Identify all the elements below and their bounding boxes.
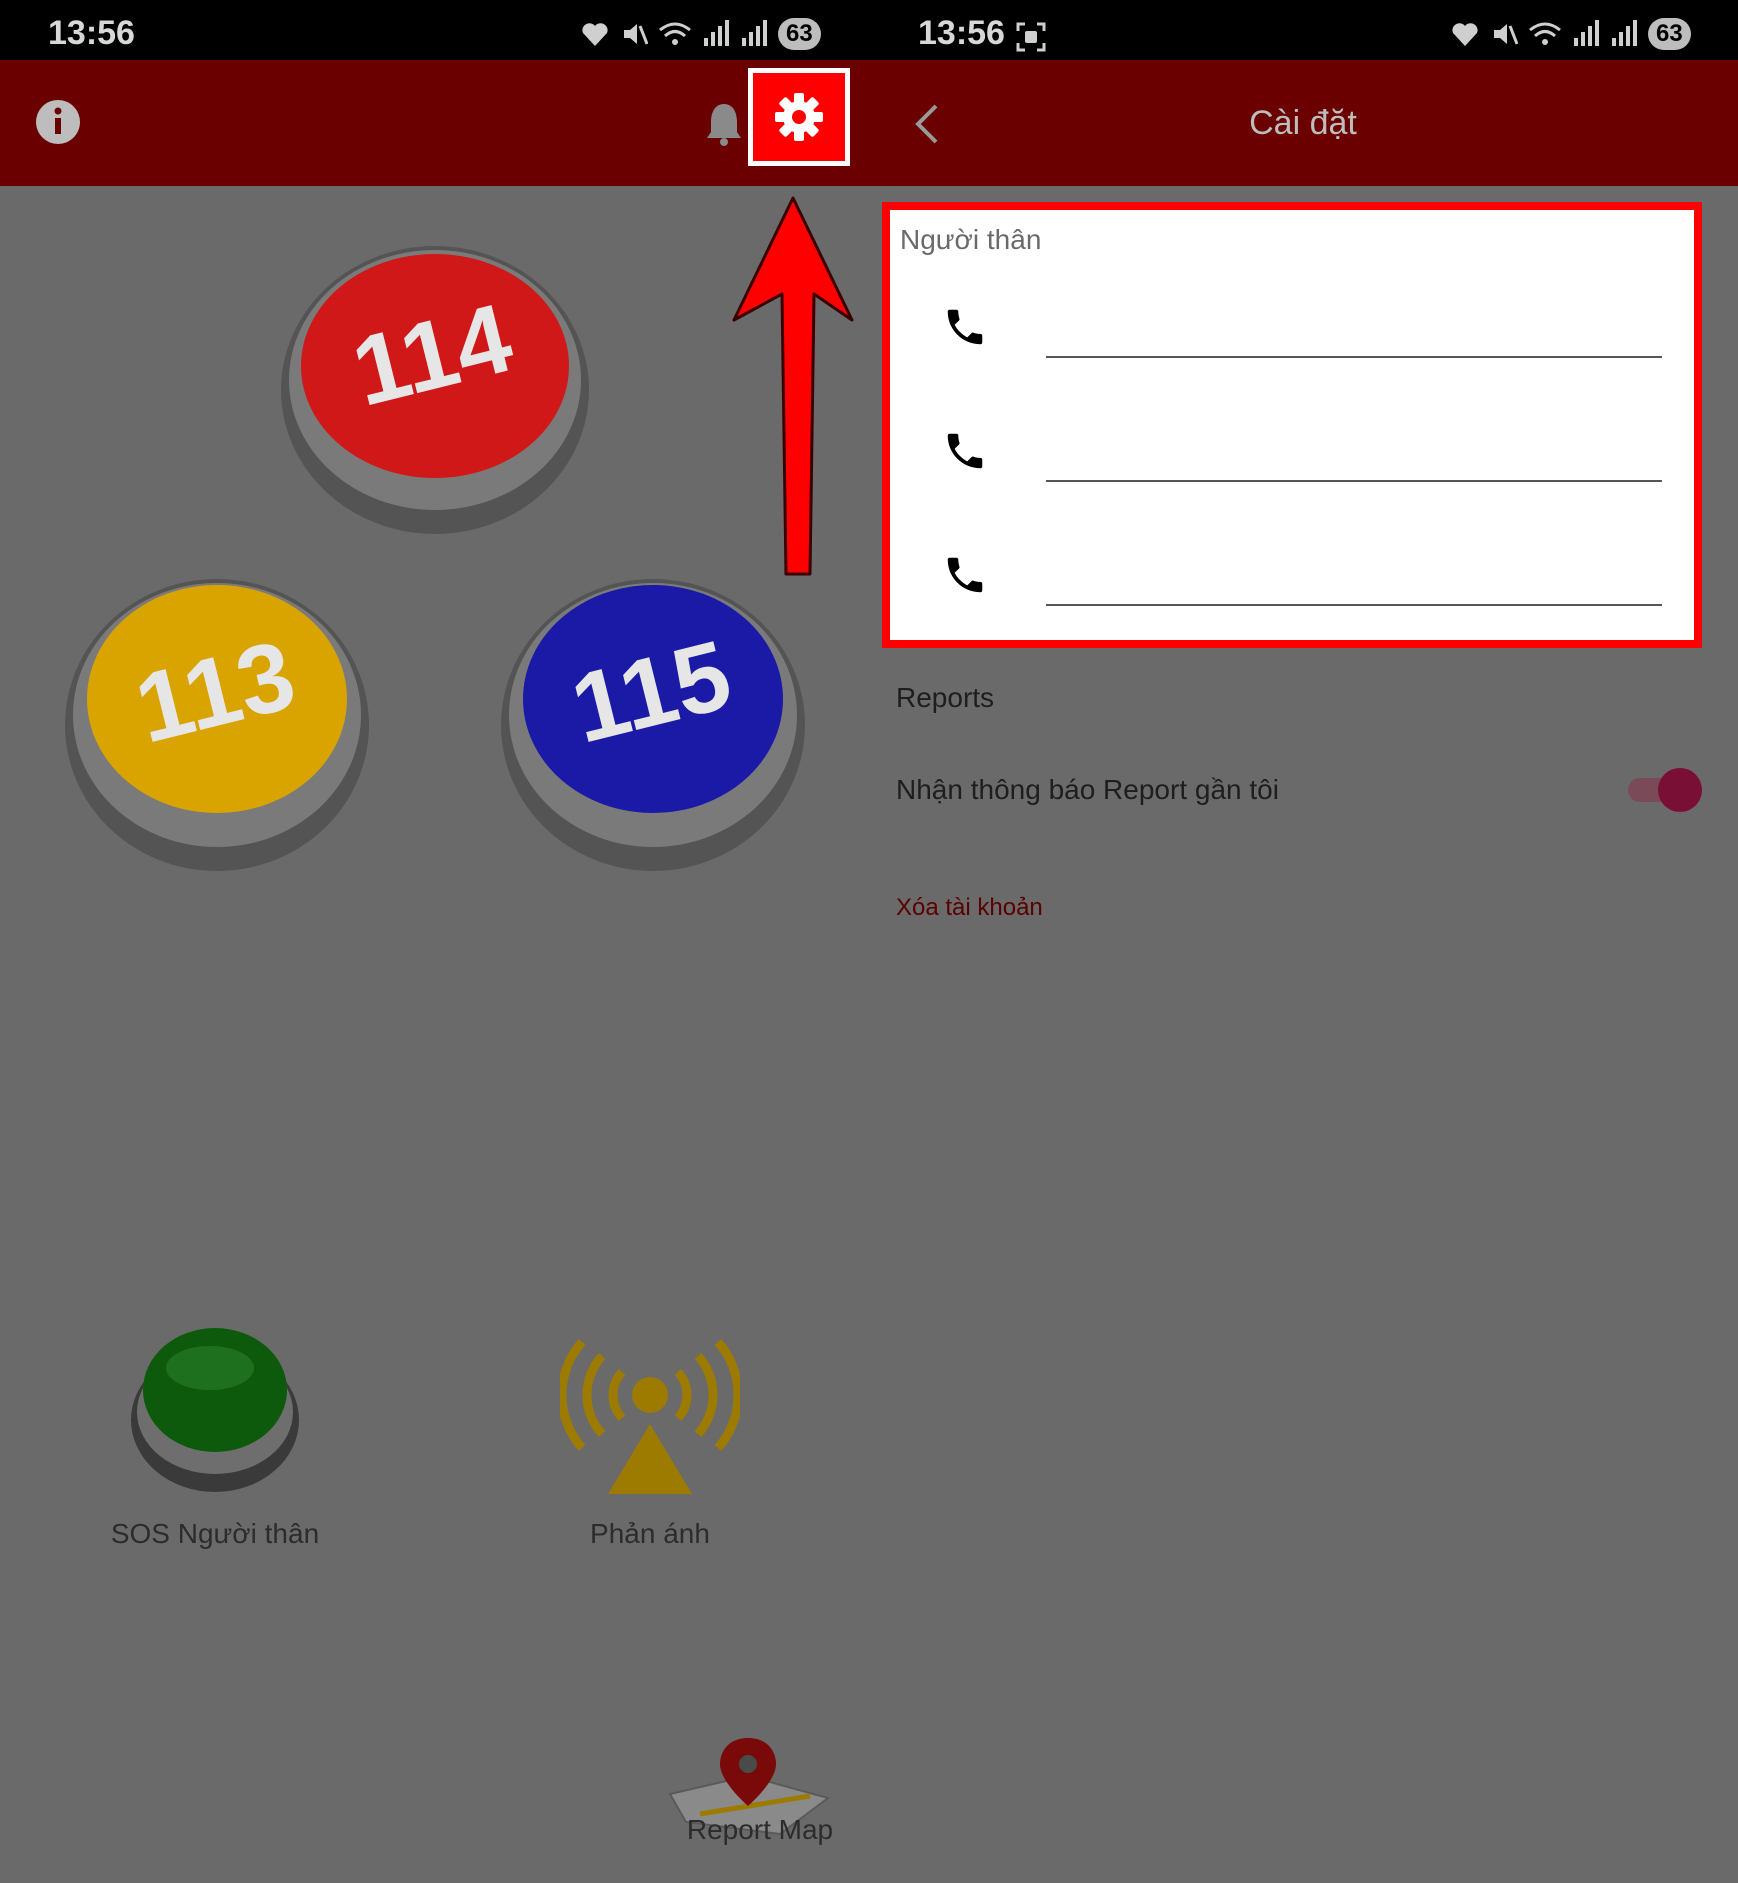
phone-icon xyxy=(947,433,983,469)
gear-icon xyxy=(775,93,823,141)
phone-icon xyxy=(947,557,983,593)
signal-icon xyxy=(1574,20,1599,46)
feedback-label: Phản ánh xyxy=(590,1518,710,1549)
battery-indicator: 63 xyxy=(778,18,821,50)
settings-button[interactable] xyxy=(748,68,850,166)
contact-3-underline xyxy=(1046,604,1662,606)
wifi-icon xyxy=(659,22,691,45)
settings-app-bar: Cài đặt xyxy=(868,60,1738,186)
emergency-114-button[interactable]: 114 xyxy=(278,240,592,536)
delete-account-link[interactable]: Xóa tài khoản xyxy=(896,894,1043,922)
heart-icon xyxy=(582,23,608,46)
broadcast-icon xyxy=(557,1339,743,1494)
mute-icon xyxy=(1494,24,1518,45)
status-bar: 13:56 63 xyxy=(868,0,1738,60)
sos-relatives-button[interactable] xyxy=(130,1320,300,1496)
status-icons: 63 xyxy=(1450,18,1691,50)
page-title: Cài đặt xyxy=(1249,104,1357,142)
info-icon[interactable] xyxy=(34,98,82,146)
status-time: 13:56 xyxy=(918,14,1005,52)
relatives-section: Người thân xyxy=(882,202,1702,648)
emergency-113-button[interactable]: 113 xyxy=(62,575,372,875)
settings-screen: 13:56 63 Cài đặt Người thân Reports Nhận… xyxy=(868,0,1738,1883)
signal-icon xyxy=(1612,20,1637,46)
feedback-button[interactable] xyxy=(557,1338,743,1498)
status-time: 13:56 xyxy=(48,14,135,52)
contact-1-field[interactable] xyxy=(1046,288,1662,342)
status-icons: 63 xyxy=(580,18,821,50)
home-app-bar xyxy=(0,60,868,186)
contact-3-field[interactable] xyxy=(1046,536,1662,590)
toggle-thumb xyxy=(1658,768,1702,812)
signal-icon xyxy=(742,20,767,46)
home-screen: 13:56 63 114 113 115 SOS Người thân Phản… xyxy=(0,0,868,1883)
heart-icon xyxy=(1452,23,1478,46)
annotation-arrow xyxy=(732,196,854,576)
contact-1-underline xyxy=(1046,356,1662,358)
relatives-section-title: Người thân xyxy=(900,224,1042,255)
emergency-115-button[interactable]: 115 xyxy=(498,575,808,875)
wifi-icon xyxy=(1529,22,1561,45)
reports-section-title: Reports xyxy=(896,682,995,713)
sos-relatives-label: SOS Người thân xyxy=(110,1518,320,1549)
notify-report-toggle[interactable] xyxy=(1628,768,1702,812)
status-bar: 13:56 63 xyxy=(0,0,868,60)
mute-icon xyxy=(624,24,648,45)
contact-2-underline xyxy=(1046,480,1662,482)
report-map-label: Report Map xyxy=(686,1814,834,1845)
battery-indicator: 63 xyxy=(1648,18,1691,50)
screenshot-icon xyxy=(1016,22,1046,52)
contact-2-field[interactable] xyxy=(1046,412,1662,466)
signal-icon xyxy=(704,20,729,46)
green-button-icon xyxy=(131,1328,299,1492)
bell-icon[interactable] xyxy=(704,100,744,146)
phone-icon xyxy=(947,309,983,345)
notify-report-label: Nhận thông báo Report gần tôi xyxy=(896,774,1279,805)
